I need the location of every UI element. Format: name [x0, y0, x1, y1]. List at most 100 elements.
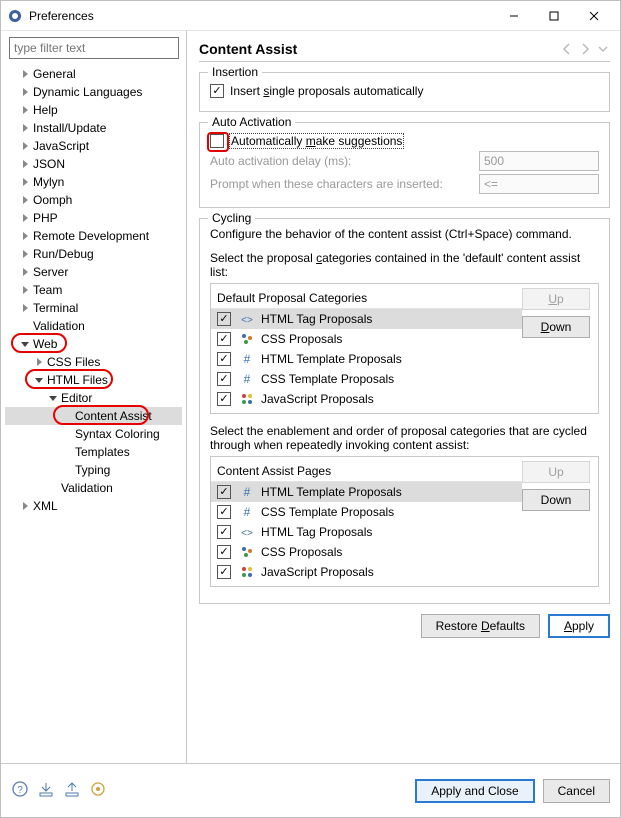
js-icon	[239, 391, 255, 407]
category-checkbox[interactable]	[217, 485, 231, 499]
cycling-group: Cycling Configure the behavior of the co…	[199, 218, 610, 604]
expand-icon[interactable]	[19, 302, 31, 314]
tree-item[interactable]: Web	[5, 335, 182, 353]
tree-item[interactable]: Dynamic Languages	[5, 83, 182, 101]
close-button[interactable]	[574, 1, 614, 31]
tree-item[interactable]: PHP	[5, 209, 182, 227]
category-checkbox[interactable]	[217, 525, 231, 539]
tree-item[interactable]: Remote Development	[5, 227, 182, 245]
category-item[interactable]: #HTML Template Proposals	[211, 482, 522, 502]
tree-item[interactable]: Run/Debug	[5, 245, 182, 263]
tree-item[interactable]: Install/Update	[5, 119, 182, 137]
apply-and-close-button[interactable]: Apply and Close	[415, 779, 534, 803]
tree-item[interactable]: Validation	[5, 317, 182, 335]
expand-icon[interactable]	[19, 266, 31, 278]
filter-input[interactable]	[9, 37, 179, 59]
auto-suggest-label[interactable]: Automatically make suggestions	[230, 134, 403, 148]
expand-icon[interactable]	[19, 68, 31, 80]
tree-item[interactable]: HTML Files	[5, 371, 182, 389]
category-checkbox[interactable]	[217, 352, 231, 366]
expand-icon[interactable]	[33, 356, 45, 368]
tree-item-label: Validation	[33, 317, 85, 335]
cancel-button[interactable]: Cancel	[543, 779, 610, 803]
category-checkbox[interactable]	[217, 505, 231, 519]
category-checkbox[interactable]	[217, 312, 231, 326]
tree-item[interactable]: Help	[5, 101, 182, 119]
expand-icon[interactable]	[19, 86, 31, 98]
category-checkbox[interactable]	[217, 332, 231, 346]
tree[interactable]: GeneralDynamic LanguagesHelpInstall/Upda…	[5, 65, 182, 757]
tree-item-label: Install/Update	[33, 119, 106, 137]
tree-item-label: Typing	[75, 461, 110, 479]
category-item[interactable]: #CSS Template Proposals	[211, 502, 522, 522]
tree-item-label: Help	[33, 101, 58, 119]
category-item[interactable]: <>HTML Tag Proposals	[211, 309, 522, 329]
tree-item[interactable]: Team	[5, 281, 182, 299]
import-icon[interactable]	[37, 780, 55, 801]
collapse-icon[interactable]	[19, 338, 31, 350]
expand-icon[interactable]	[19, 158, 31, 170]
maximize-button[interactable]	[534, 1, 574, 31]
expand-icon[interactable]	[19, 230, 31, 242]
tree-item[interactable]: Typing	[5, 461, 182, 479]
tree-item[interactable]: JavaScript	[5, 137, 182, 155]
tree-item[interactable]: Mylyn	[5, 173, 182, 191]
apply-button[interactable]: Apply	[548, 614, 610, 638]
category-item[interactable]: JavaScript Proposals	[211, 562, 522, 582]
tree-item[interactable]: Syntax Coloring	[5, 425, 182, 443]
restore-defaults-button[interactable]: Restore Defaults	[421, 614, 540, 638]
tree-item[interactable]: Server	[5, 263, 182, 281]
export-icon[interactable]	[63, 780, 81, 801]
expand-icon[interactable]	[19, 176, 31, 188]
tree-item-label: Dynamic Languages	[33, 83, 142, 101]
category-item[interactable]: JavaScript Proposals	[211, 389, 522, 409]
expand-icon[interactable]	[19, 194, 31, 206]
category-list[interactable]: Default Proposal Categories<>HTML Tag Pr…	[211, 284, 522, 413]
category-checkbox[interactable]	[217, 565, 231, 579]
nav-arrows[interactable]	[560, 42, 610, 56]
minimize-button[interactable]	[494, 1, 534, 31]
auto-suggest-checkbox[interactable]	[210, 134, 224, 148]
category-item[interactable]: #CSS Template Proposals	[211, 369, 522, 389]
category-label: CSS Proposals	[261, 545, 342, 559]
tree-item[interactable]: JSON	[5, 155, 182, 173]
tree-item[interactable]: Validation	[5, 479, 182, 497]
down-button[interactable]: Down	[522, 316, 590, 338]
tree-item[interactable]: XML	[5, 497, 182, 515]
collapse-icon[interactable]	[33, 374, 45, 386]
tree-item[interactable]: Content Assist	[5, 407, 182, 425]
category-item[interactable]: CSS Proposals	[211, 329, 522, 349]
tree-item[interactable]: Terminal	[5, 299, 182, 317]
expand-icon[interactable]	[19, 122, 31, 134]
insert-single-label[interactable]: Insert single proposals automatically	[230, 84, 423, 98]
expand-icon[interactable]	[19, 104, 31, 116]
category-checkbox[interactable]	[217, 392, 231, 406]
no-twisty	[61, 446, 73, 458]
svg-text:<>: <>	[241, 528, 253, 539]
category-item[interactable]: CSS Proposals	[211, 542, 522, 562]
tree-item-label: Templates	[75, 443, 130, 461]
tree-item[interactable]: Editor	[5, 389, 182, 407]
tree-item-label: PHP	[33, 209, 58, 227]
category-list[interactable]: Content Assist Pages#HTML Template Propo…	[211, 457, 522, 586]
category-checkbox[interactable]	[217, 545, 231, 559]
help-icon[interactable]: ?	[11, 780, 29, 801]
tree-item[interactable]: Oomph	[5, 191, 182, 209]
collapse-icon[interactable]	[47, 392, 59, 404]
expand-icon[interactable]	[19, 284, 31, 296]
expand-icon[interactable]	[19, 500, 31, 512]
expand-icon[interactable]	[19, 140, 31, 152]
category-checkbox[interactable]	[217, 372, 231, 386]
insert-single-checkbox[interactable]	[210, 84, 224, 98]
css-icon	[239, 331, 255, 347]
oomph-icon[interactable]	[89, 780, 107, 801]
down-button[interactable]: Down	[522, 489, 590, 511]
tree-item[interactable]: General	[5, 65, 182, 83]
expand-icon[interactable]	[19, 212, 31, 224]
expand-icon[interactable]	[19, 248, 31, 260]
tree-item[interactable]: CSS Files	[5, 353, 182, 371]
tree-item[interactable]: Templates	[5, 443, 182, 461]
category-item[interactable]: #HTML Template Proposals	[211, 349, 522, 369]
category-item[interactable]: <>HTML Tag Proposals	[211, 522, 522, 542]
svg-text:#: #	[244, 352, 251, 366]
